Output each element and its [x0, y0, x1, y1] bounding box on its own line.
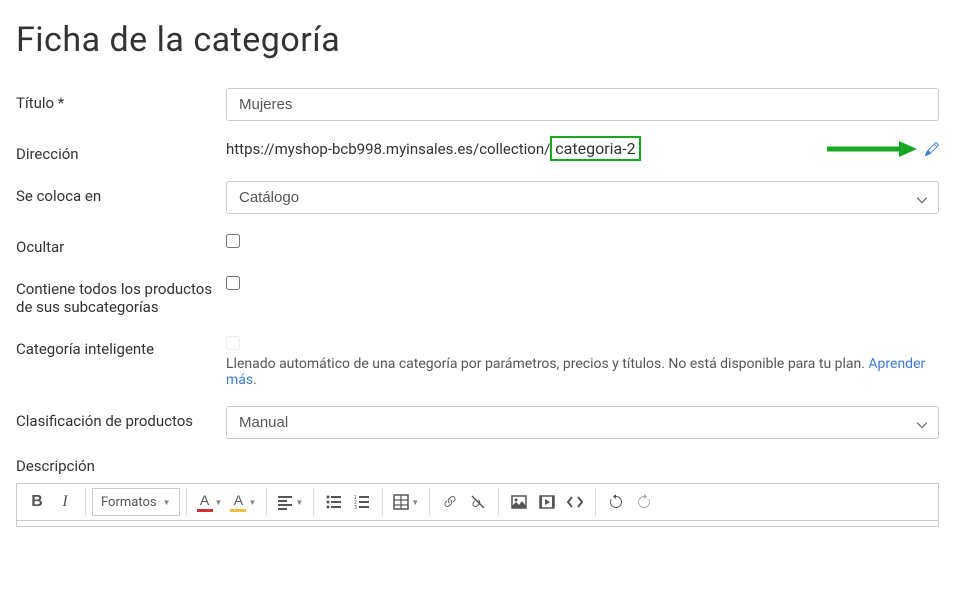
label-hide: Ocultar	[16, 232, 226, 256]
link-button[interactable]	[436, 488, 464, 516]
smart-category-help: Llenado automático de una categoría por …	[226, 356, 939, 388]
redo-icon	[636, 494, 652, 510]
chevron-down-icon: ▼	[248, 498, 256, 507]
row-classification: Clasificación de productos Manual	[16, 406, 939, 439]
unlink-button[interactable]	[464, 488, 492, 516]
classification-select[interactable]: Manual	[226, 406, 939, 439]
label-smart-category: Categoría inteligente	[16, 334, 226, 358]
redo-button[interactable]	[630, 488, 658, 516]
placed-in-select[interactable]: Catálogo	[226, 181, 939, 214]
table-button[interactable]: ▼	[389, 488, 423, 516]
list-number-icon: 123	[354, 494, 370, 510]
arrow-annotation	[827, 140, 917, 158]
hide-checkbox[interactable]	[226, 234, 240, 248]
page-title: Ficha de la categoría	[16, 20, 939, 60]
row-address: Dirección https://myshop-bcb998.myinsale…	[16, 139, 939, 163]
italic-button[interactable]: I	[51, 488, 79, 516]
chevron-down-icon: ▼	[295, 498, 303, 507]
chevron-down-icon: ▼	[411, 498, 419, 507]
align-button[interactable]: ▼	[273, 488, 307, 516]
text-color-button[interactable]: A ▼	[193, 488, 227, 516]
label-title: Título *	[16, 88, 226, 112]
smart-category-checkbox	[226, 336, 240, 350]
table-icon	[393, 494, 409, 510]
label-address: Dirección	[16, 139, 226, 163]
align-left-icon	[277, 494, 293, 510]
undo-icon	[608, 494, 624, 510]
media-icon	[539, 494, 555, 510]
numbered-list-button[interactable]: 123	[348, 488, 376, 516]
label-contains-all: Contiene todos los productos de sus subc…	[16, 274, 226, 316]
row-smart-category: Categoría inteligente Llenado automático…	[16, 334, 939, 388]
formats-dropdown[interactable]: Formatos ▼	[92, 488, 180, 516]
editor-body[interactable]	[16, 521, 939, 527]
row-contains-all: Contiene todos los productos de sus subc…	[16, 274, 939, 316]
undo-button[interactable]	[602, 488, 630, 516]
editor-toolbar: B I Formatos ▼ A ▼ A ▼ ▼ 123	[16, 483, 939, 521]
chevron-down-icon: ▼	[215, 498, 223, 507]
label-placed-in: Se coloca en	[16, 181, 226, 205]
title-input[interactable]	[226, 88, 939, 121]
image-button[interactable]	[505, 488, 533, 516]
row-title: Título *	[16, 88, 939, 121]
unlink-icon	[470, 494, 486, 510]
url-slug: categoria-2	[550, 136, 640, 161]
text-color-icon: A	[197, 492, 213, 512]
code-button[interactable]	[561, 488, 589, 516]
link-icon	[442, 494, 458, 510]
svg-text:3: 3	[354, 505, 357, 510]
url-prefix: https://myshop-bcb998.myinsales.es/colle…	[226, 140, 550, 158]
row-hide: Ocultar	[16, 232, 939, 256]
label-description: Descripción	[16, 457, 939, 475]
contains-all-checkbox[interactable]	[226, 276, 240, 290]
bg-color-button[interactable]: A ▼	[226, 488, 260, 516]
url-container: https://myshop-bcb998.myinsales.es/colle…	[226, 139, 939, 158]
pencil-icon[interactable]	[925, 142, 939, 156]
chevron-down-icon: ▼	[163, 498, 171, 507]
code-icon	[567, 494, 583, 510]
row-placed-in: Se coloca en Catálogo	[16, 181, 939, 214]
list-bullet-icon	[326, 494, 342, 510]
bg-color-icon: A	[230, 492, 246, 512]
image-icon	[511, 494, 527, 510]
bullet-list-button[interactable]	[320, 488, 348, 516]
label-classification: Clasificación de productos	[16, 406, 226, 430]
media-button[interactable]	[533, 488, 561, 516]
bold-button[interactable]: B	[23, 488, 51, 516]
